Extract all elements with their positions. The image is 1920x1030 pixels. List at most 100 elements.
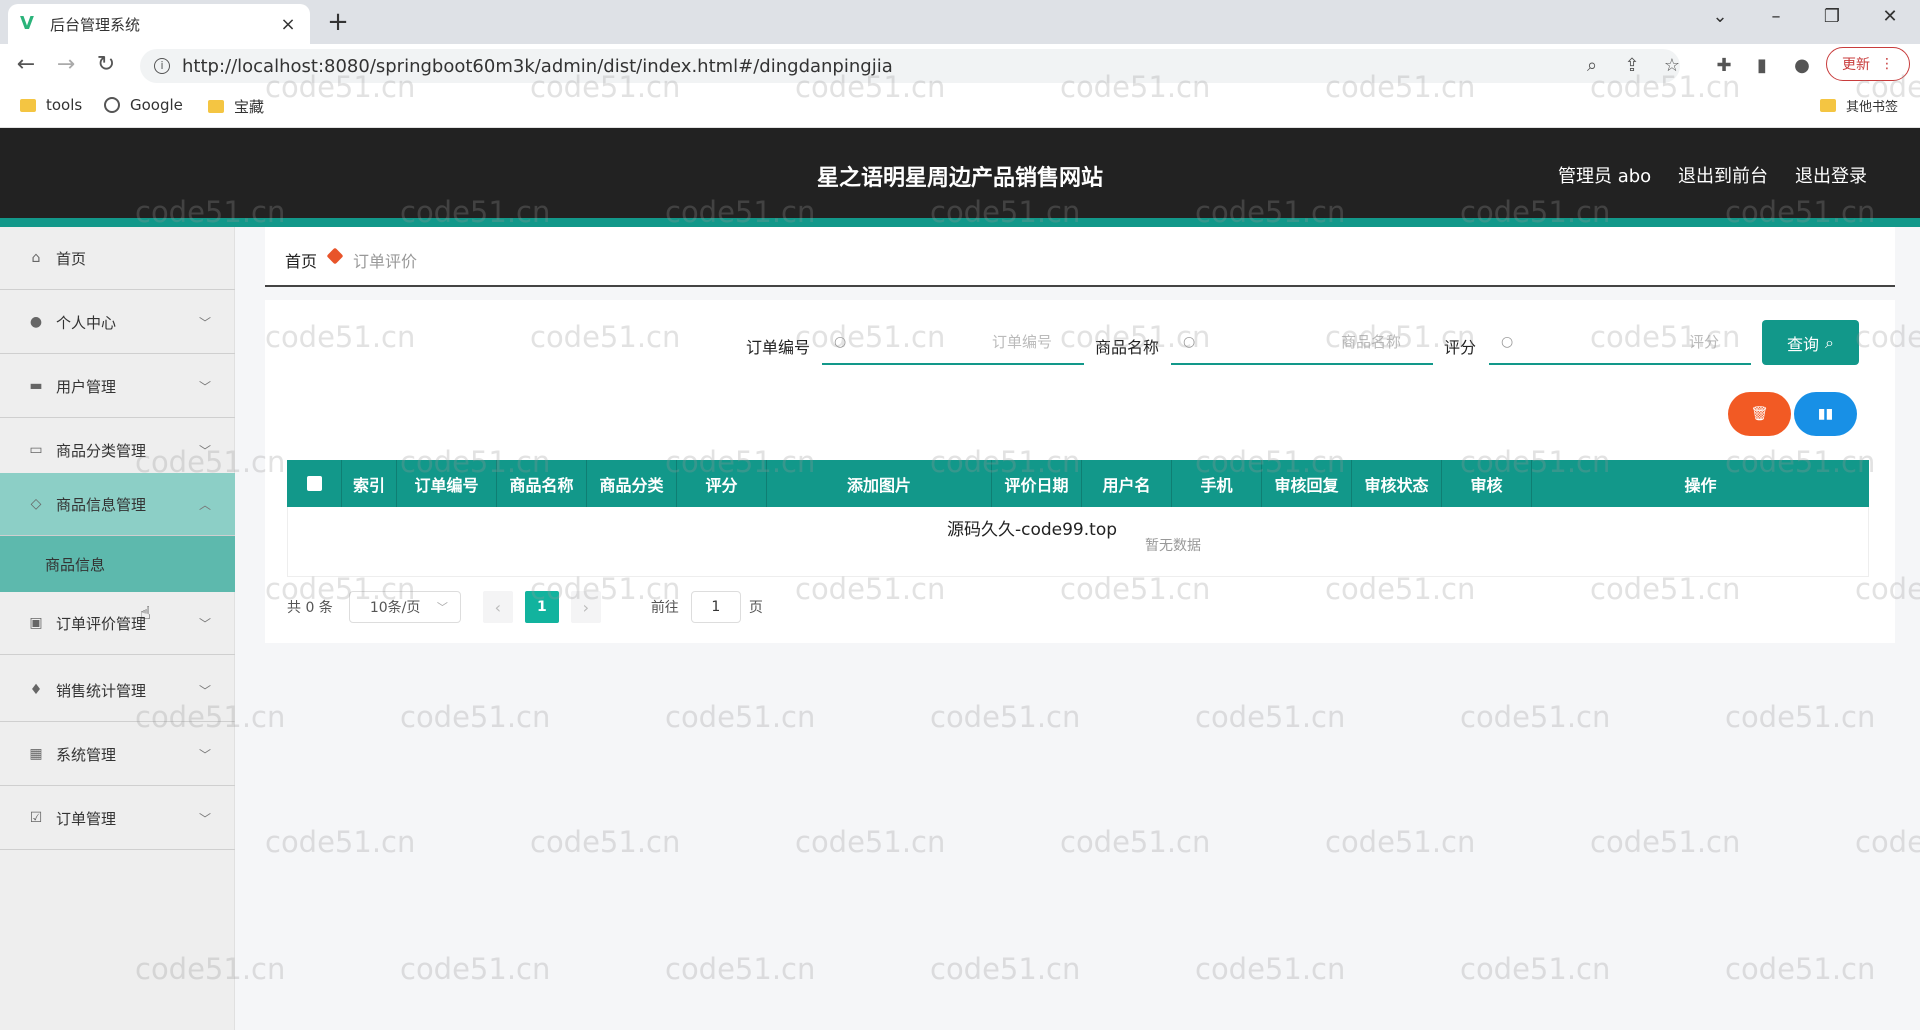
sidebar-item-home[interactable]: ⌂ 首页 xyxy=(0,227,235,290)
user-icon: ● xyxy=(29,314,43,330)
maximize-icon[interactable]: ❐ xyxy=(1812,6,1852,27)
bookmark-star-icon[interactable]: ☆ xyxy=(1658,52,1686,80)
exit-to-front-link[interactable]: 退出到前台 xyxy=(1678,162,1768,188)
select-all-checkbox[interactable] xyxy=(306,476,322,491)
next-page-button[interactable]: › xyxy=(570,591,601,623)
col-phone: 手机 xyxy=(1172,460,1262,507)
bookmark-treasure[interactable]: 宝藏 xyxy=(208,96,264,117)
chevron-down-icon: ﹀ xyxy=(198,379,211,394)
bookmark-label: 宝藏 xyxy=(234,98,265,116)
content-card: 订单编号 ○ 商品名称 ○ 评分 ○ 查询 ⌕ 🗑 ▮▮ 索引 订单编号 商品名… xyxy=(265,300,1895,643)
watermark-text: code51.cn xyxy=(1725,700,1876,734)
col-goods-name: 商品名称 xyxy=(497,460,587,507)
sidebar-item-system[interactable]: ▦ 系统管理 ﹀ xyxy=(0,723,235,786)
page-size-select[interactable]: 10条/页 ﹀ xyxy=(348,591,461,623)
chevron-up-icon: ︿ xyxy=(198,497,211,512)
admin-user-label: 管理员 abo xyxy=(1558,166,1652,187)
current-page-button[interactable]: 1 xyxy=(524,591,559,623)
goto-page-input[interactable]: 1 xyxy=(690,591,741,623)
sidebar-item-goods[interactable]: ◇ 商品信息管理 ︿ xyxy=(0,473,235,536)
url-text: http://localhost:8080/springboot60m3k/ad… xyxy=(182,55,893,77)
goto-label: 前往 xyxy=(650,600,679,616)
logout-link[interactable]: 退出登录 xyxy=(1795,162,1867,188)
statistics-button[interactable]: ▮▮ xyxy=(1794,392,1857,436)
col-index: 索引 xyxy=(342,460,397,507)
order-no-field[interactable]: ○ xyxy=(822,320,1084,365)
goods-name-input[interactable] xyxy=(1195,321,1433,362)
watermark-text: code51.cn xyxy=(795,825,946,859)
new-tab-button[interactable]: + xyxy=(324,8,352,36)
users-icon: ▬ xyxy=(29,378,43,394)
extensions-icon[interactable]: ✚ xyxy=(1710,52,1738,80)
sidebar-item-profile[interactable]: ● 个人中心 ﹀ xyxy=(0,291,235,354)
watermark-text: code51.cn xyxy=(1460,700,1611,734)
minimize-icon[interactable]: – xyxy=(1756,6,1796,27)
review-table: 索引 订单编号 商品名称 商品分类 评分 添加图片 评价日期 用户名 手机 审核… xyxy=(287,460,1869,577)
goods-icon: ◇ xyxy=(30,496,42,512)
sidebar-item-orders[interactable]: ☑ 订单管理 ﹀ xyxy=(0,787,235,850)
col-review: 审核 xyxy=(1442,460,1532,507)
zoom-icon[interactable]: ⌕ xyxy=(1578,52,1606,80)
breadcrumb-current: 订单评价 xyxy=(353,252,418,271)
breadcrumb-separator-icon xyxy=(326,247,344,265)
sidebar-item-label: 订单评价管理 xyxy=(56,614,147,633)
tab-title: 后台管理系统 xyxy=(50,15,141,34)
col-review-status: 审核状态 xyxy=(1352,460,1442,507)
sidebar-item-label: 销售统计管理 xyxy=(56,681,147,700)
window-close-icon[interactable]: ✕ xyxy=(1870,6,1910,27)
breadcrumb: 首页 订单评价 xyxy=(265,227,1895,287)
sidebar-item-reviews[interactable]: ▣ 订单评价管理 ﹀ xyxy=(0,592,235,655)
reload-icon[interactable]: ↻ xyxy=(92,53,120,81)
rating-input[interactable] xyxy=(1513,321,1751,362)
bookmark-google[interactable]: Google xyxy=(104,96,183,114)
bookmark-label: 其他书签 xyxy=(1846,100,1899,115)
search-icon: ○ xyxy=(1501,333,1514,350)
update-button[interactable]: 更新 ⋮ xyxy=(1826,47,1910,81)
search-icon: ○ xyxy=(1183,333,1196,350)
sidebar-item-sales-stats[interactable]: ♦ 销售统计管理 ﹀ xyxy=(0,659,235,722)
delete-button[interactable]: 🗑 xyxy=(1728,392,1791,436)
bookmark-other[interactable]: 其他书签 xyxy=(1820,96,1898,115)
profile-icon[interactable]: ● xyxy=(1788,52,1816,80)
back-icon[interactable]: ← xyxy=(12,53,40,81)
header-accent-strip xyxy=(0,218,1920,227)
col-order-no: 订单编号 xyxy=(397,460,497,507)
query-button[interactable]: 查询 ⌕ xyxy=(1762,320,1859,365)
watermark-text: code51.cn xyxy=(265,825,416,859)
sidepanel-icon[interactable]: ▮ xyxy=(1748,52,1776,80)
sidebar-item-label: 用户管理 xyxy=(56,377,117,396)
col-review-date: 评价日期 xyxy=(992,460,1082,507)
tab-search-icon[interactable]: ⌄ xyxy=(1700,6,1740,27)
select-all-checkbox-cell[interactable] xyxy=(287,460,342,507)
breadcrumb-home[interactable]: 首页 xyxy=(285,248,317,272)
stats-icon: ♦ xyxy=(29,682,43,698)
site-info-icon[interactable]: i xyxy=(154,58,170,74)
bookmark-tools[interactable]: tools xyxy=(20,96,82,114)
search-icon: ○ xyxy=(834,333,847,350)
chevron-down-icon: ﹀ xyxy=(198,315,211,330)
order-no-input[interactable] xyxy=(846,321,1084,362)
folder-icon xyxy=(20,98,36,112)
forward-icon[interactable]: → xyxy=(52,53,80,81)
sidebar-item-users[interactable]: ▬ 用户管理 ﹀ xyxy=(0,355,235,418)
col-actions: 操作 xyxy=(1684,475,1717,495)
browser-tabbar: V 后台管理系统 × + ⌄ – ❐ ✕ xyxy=(0,0,1920,44)
sidebar-item-label: 商品信息管理 xyxy=(56,495,147,514)
prev-page-button[interactable]: ‹ xyxy=(482,591,513,623)
sidebar-item-label: 商品分类管理 xyxy=(56,441,147,460)
mouse-pointer-icon: ☝ xyxy=(140,603,151,624)
rating-label: 评分 xyxy=(1444,338,1477,357)
sidebar-item-label: 系统管理 xyxy=(56,745,117,764)
bar-chart-icon: ▮▮ xyxy=(1817,406,1834,422)
tab-close-icon[interactable]: × xyxy=(278,14,298,35)
watermark-text: code51.cn xyxy=(1460,952,1611,986)
sidebar-item-label: 首页 xyxy=(56,249,87,268)
goods-name-field[interactable]: ○ xyxy=(1171,320,1433,365)
rating-field[interactable]: ○ xyxy=(1489,320,1751,365)
url-field[interactable]: i http://localhost:8080/springboot60m3k/… xyxy=(140,49,1680,83)
page-suffix: 页 xyxy=(748,600,763,616)
share-icon[interactable]: ⇪ xyxy=(1618,52,1646,80)
browser-tab[interactable]: V 后台管理系统 × xyxy=(8,4,310,44)
watermark-text: code51.cn xyxy=(1195,700,1346,734)
sidebar-subitem-goods-info[interactable]: 商品信息 xyxy=(0,536,235,592)
